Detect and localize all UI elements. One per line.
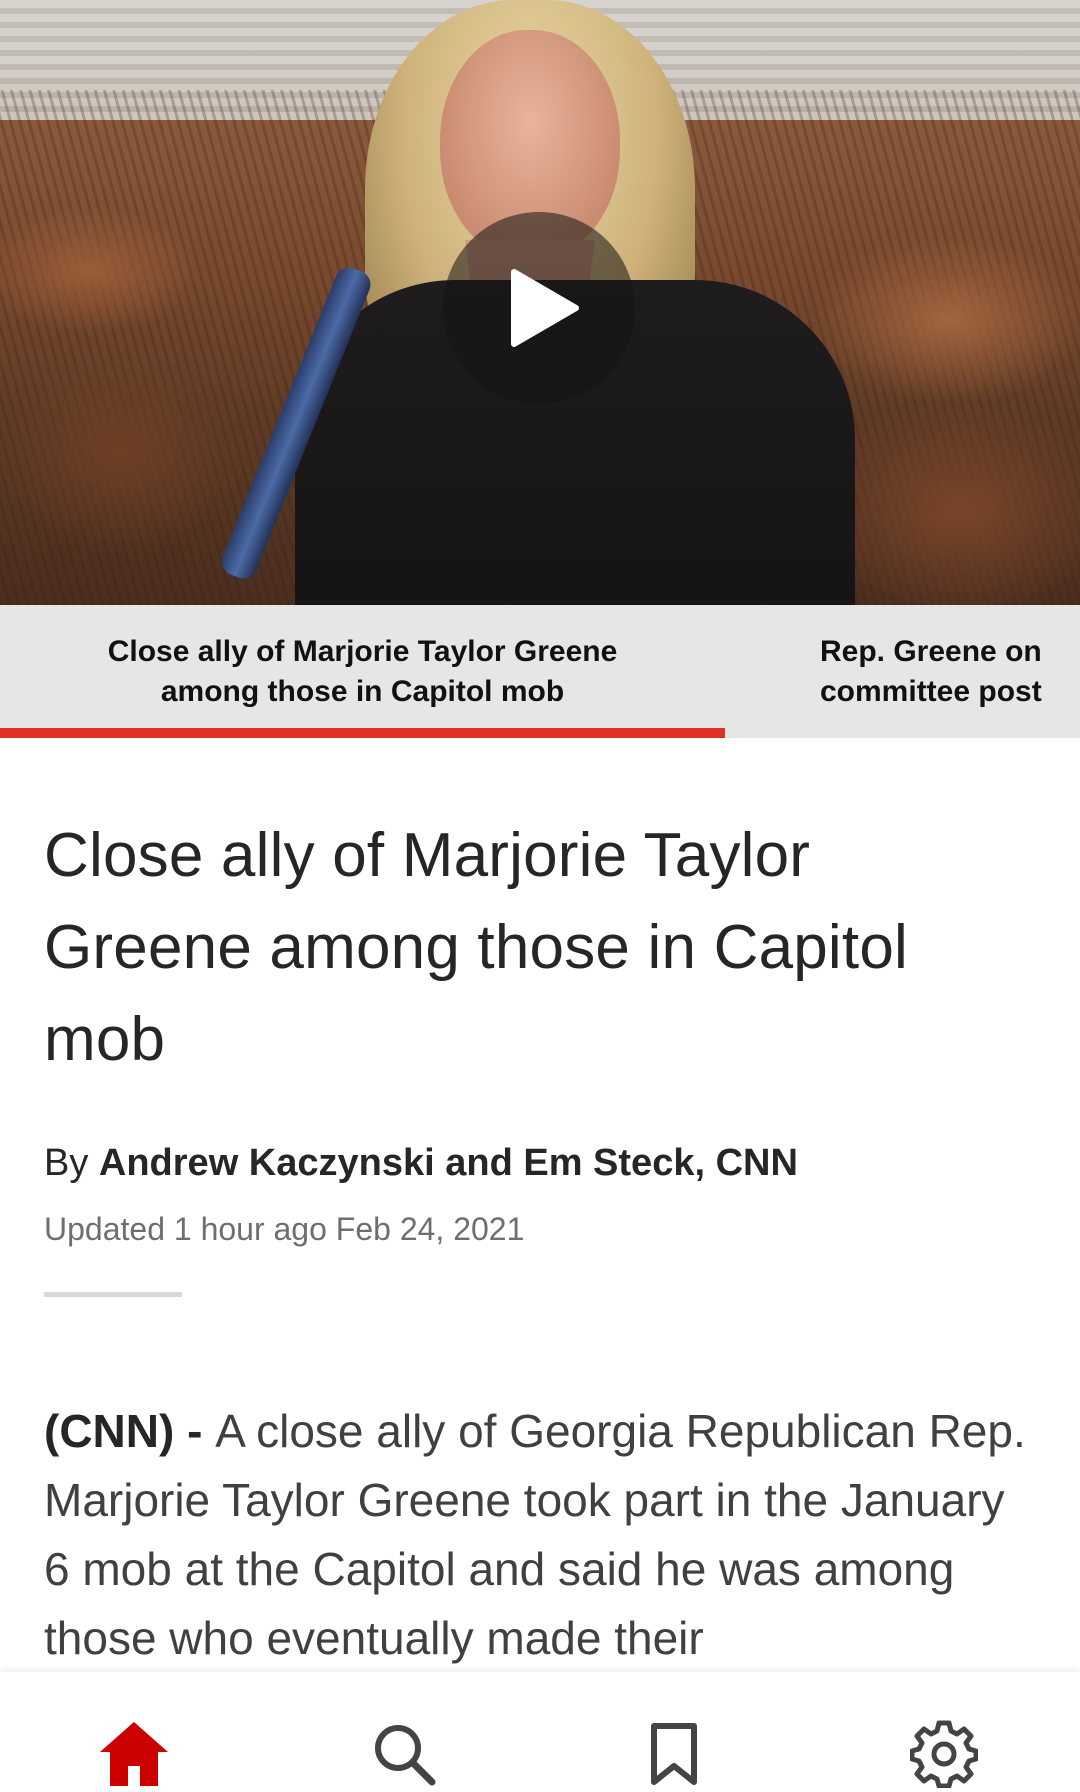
carousel-item-active[interactable]: Close ally of Marjorie Taylor Greene amo… bbox=[0, 605, 725, 738]
nav-home-button[interactable] bbox=[94, 1714, 174, 1792]
article-body: (CNN) - A close ally of Georgia Republic… bbox=[44, 1397, 1034, 1673]
active-indicator-bar bbox=[0, 728, 725, 738]
play-icon bbox=[511, 269, 579, 347]
byline-prefix: By bbox=[44, 1142, 99, 1184]
play-button[interactable] bbox=[443, 212, 635, 404]
nav-search-button[interactable] bbox=[364, 1714, 444, 1792]
byline: By Andrew Kaczynski and Em Steck, CNN bbox=[44, 1142, 1044, 1185]
video-player[interactable] bbox=[0, 0, 1080, 605]
nav-settings-button[interactable] bbox=[904, 1714, 984, 1792]
nav-saved-button[interactable] bbox=[634, 1714, 714, 1792]
divider bbox=[44, 1292, 182, 1297]
bookmark-icon bbox=[651, 1723, 697, 1785]
carousel-caption: Close ally of Marjorie Taylor Greene amo… bbox=[107, 634, 618, 708]
carousel-caption: Rep. Greene on committee post bbox=[820, 634, 1042, 708]
dateline: (CNN) - bbox=[44, 1405, 216, 1457]
byline-authors: Andrew Kaczynski and Em Steck, CNN bbox=[98, 1142, 798, 1184]
home-icon bbox=[100, 1722, 168, 1786]
bottom-nav bbox=[0, 1672, 1080, 1792]
gear-icon bbox=[910, 1720, 978, 1788]
carousel-item-next[interactable]: Rep. Greene on committee post bbox=[820, 605, 1080, 738]
article: Close ally of Marjorie Taylor Greene amo… bbox=[44, 738, 1044, 1673]
search-icon bbox=[375, 1725, 436, 1786]
video-carousel: Close ally of Marjorie Taylor Greene amo… bbox=[0, 605, 1080, 738]
article-headline: Close ally of Marjorie Taylor Greene amo… bbox=[44, 821, 908, 1074]
updated-timestamp: Updated 1 hour ago Feb 24, 2021 bbox=[44, 1211, 525, 1247]
